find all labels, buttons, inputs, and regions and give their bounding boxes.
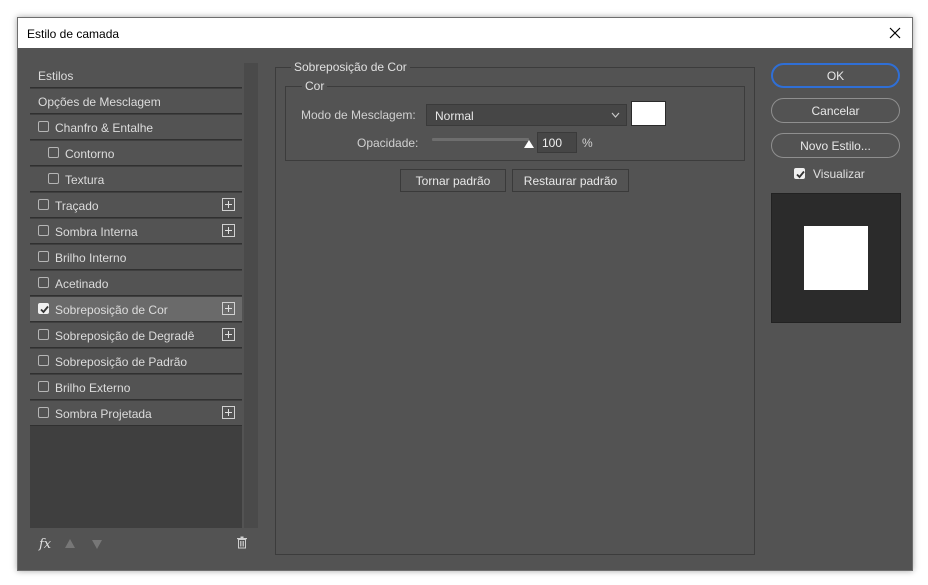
style-list-label: Sobreposição de Degradê — [55, 329, 195, 343]
style-checkbox[interactable] — [38, 251, 49, 262]
style-checkbox[interactable] — [38, 199, 49, 210]
move-down-icon[interactable] — [92, 540, 102, 549]
add-effect-icon[interactable] — [222, 224, 235, 237]
add-effect-icon[interactable] — [222, 328, 235, 341]
make-default-button[interactable]: Tornar padrão — [400, 169, 506, 192]
style-list-label: Contorno — [65, 147, 115, 161]
blend-mode-value: Normal — [435, 109, 474, 123]
style-checkbox[interactable] — [38, 303, 49, 314]
style-list-label: Chanfro & Entalhe — [55, 121, 154, 135]
move-up-icon[interactable] — [65, 539, 75, 548]
style-checkbox[interactable] — [38, 355, 49, 366]
style-list-item[interactable]: Sobreposição de Cor — [30, 297, 242, 322]
style-list-item[interactable]: Sombra Interna — [30, 219, 242, 244]
style-checkbox[interactable] — [38, 381, 49, 392]
checkmark-icon — [796, 170, 805, 179]
style-list-item[interactable]: Chanfro & Entalhe — [30, 115, 242, 140]
style-checkbox[interactable] — [38, 121, 49, 132]
preview-square — [804, 226, 868, 290]
style-list-label: Opções de Mesclagem — [38, 95, 161, 109]
add-effect-icon[interactable] — [222, 302, 235, 315]
style-list-label: Brilho Interno — [55, 251, 127, 265]
style-list-item[interactable]: Acetinado — [30, 271, 242, 296]
style-list-item[interactable]: Sobreposição de Padrão — [30, 349, 242, 374]
overlay-color-swatch[interactable] — [631, 101, 666, 126]
reset-default-button[interactable]: Restaurar padrão — [512, 169, 629, 192]
style-list-label: Acetinado — [55, 277, 109, 291]
close-icon — [889, 27, 901, 39]
new-style-button[interactable]: Novo Estilo... — [771, 133, 900, 158]
dialog-title: Estilo de camada — [27, 27, 120, 41]
style-list-label: Sobreposição de Padrão — [55, 355, 188, 369]
style-list-item[interactable]: Contorno — [30, 141, 242, 166]
chevron-down-icon — [611, 112, 620, 118]
preview-label: Visualizar — [813, 167, 865, 181]
close-button[interactable] — [878, 18, 912, 48]
preview-checkbox[interactable] — [794, 168, 805, 179]
style-checkbox[interactable] — [48, 147, 59, 158]
layer-style-dialog: Estilo de camada Estilos Opções de Mescla… — [17, 17, 913, 571]
styles-list-scrollbar[interactable] — [244, 63, 258, 528]
blend-mode-label: Modo de Mesclagem: — [301, 108, 416, 122]
opacity-label: Opacidade: — [357, 136, 419, 150]
style-list-item[interactable]: Brilho Externo — [30, 375, 242, 400]
add-effect-icon[interactable] — [222, 406, 235, 419]
style-list-item[interactable]: Brilho Interno — [30, 245, 242, 270]
opacity-input[interactable] — [537, 132, 577, 153]
opacity-slider-thumb[interactable] — [524, 140, 534, 148]
add-effect-fx-button[interactable]: fx — [39, 537, 51, 552]
trash-icon[interactable] — [236, 536, 248, 552]
cancel-button[interactable]: Cancelar — [771, 98, 900, 123]
style-list-item[interactable]: Estilos — [30, 63, 242, 88]
add-effect-icon[interactable] — [222, 198, 235, 211]
style-checkbox[interactable] — [38, 329, 49, 340]
ok-button[interactable]: OK — [771, 63, 900, 88]
checkmark-icon — [40, 305, 49, 314]
style-list-label: Traçado — [55, 199, 99, 213]
group-title: Cor — [302, 79, 328, 93]
style-list-label: Textura — [65, 173, 105, 187]
style-list-item[interactable]: Traçado — [30, 193, 242, 218]
style-checkbox[interactable] — [38, 277, 49, 288]
style-list-item[interactable]: Opções de Mesclagem — [30, 89, 242, 114]
title-bar: Estilo de camada — [18, 18, 912, 48]
style-list-item[interactable]: Textura — [30, 167, 242, 192]
style-list-label: Brilho Externo — [55, 381, 131, 395]
style-list-item[interactable]: Sobreposição de Degradê — [30, 323, 242, 348]
style-list-label: Sombra Interna — [55, 225, 138, 239]
style-list-label: Sobreposição de Cor — [55, 303, 168, 317]
style-list-item[interactable]: Sombra Projetada — [30, 401, 242, 426]
style-checkbox[interactable] — [38, 225, 49, 236]
opacity-unit: % — [582, 136, 593, 150]
blend-mode-select[interactable]: Normal — [426, 104, 627, 126]
opacity-slider-track[interactable] — [432, 138, 529, 141]
preview-toggle[interactable]: Visualizar — [794, 167, 894, 183]
style-checkbox[interactable] — [38, 407, 49, 418]
style-list-label: Estilos — [38, 69, 74, 83]
section-title: Sobreposição de Cor — [291, 60, 410, 74]
style-list-label: Sombra Projetada — [55, 407, 152, 421]
styles-list: Estilos Opções de Mesclagem Chanfro & Enta… — [30, 63, 242, 528]
style-preview — [771, 193, 901, 323]
style-checkbox[interactable] — [48, 173, 59, 184]
